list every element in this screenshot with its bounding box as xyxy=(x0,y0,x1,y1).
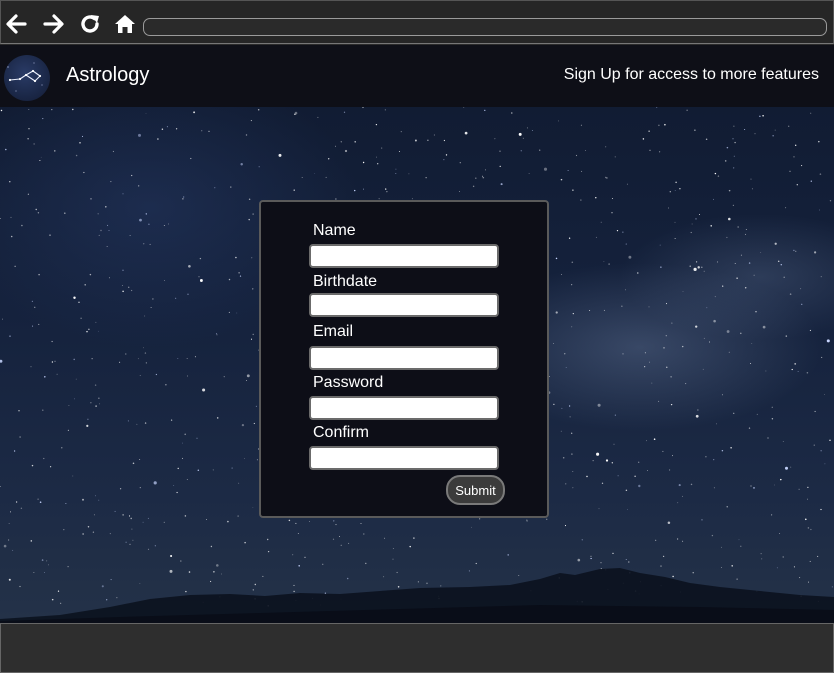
refresh-icon[interactable] xyxy=(77,11,103,37)
site-header: Astrology Sign Up for access to more fea… xyxy=(0,45,834,107)
email-label: Email xyxy=(313,323,354,340)
footer-bar xyxy=(0,623,834,673)
address-bar[interactable] xyxy=(143,18,827,36)
name-label: Name xyxy=(313,222,356,239)
confirm-password-field[interactable] xyxy=(309,446,499,470)
forward-arrow-icon[interactable] xyxy=(41,11,67,37)
birthdate-label: Birthdate xyxy=(313,273,378,290)
brand-title[interactable]: Astrology xyxy=(66,63,149,87)
signup-form: Name Birthdate Email Password Confirm Su… xyxy=(259,200,549,518)
birthdate-field[interactable] xyxy=(309,293,499,317)
browser-toolbar xyxy=(0,0,834,44)
submit-button[interactable]: Submit xyxy=(446,475,505,505)
name-field[interactable] xyxy=(309,244,499,268)
email-field[interactable] xyxy=(309,346,499,370)
constellation-logo-icon[interactable] xyxy=(4,55,50,101)
signup-link[interactable]: Sign Up for access to more features xyxy=(564,65,819,85)
confirm-label: Confirm xyxy=(313,424,370,441)
back-arrow-icon[interactable] xyxy=(3,11,29,37)
home-icon[interactable] xyxy=(112,11,138,37)
password-label: Password xyxy=(313,374,384,391)
password-field[interactable] xyxy=(309,396,499,420)
